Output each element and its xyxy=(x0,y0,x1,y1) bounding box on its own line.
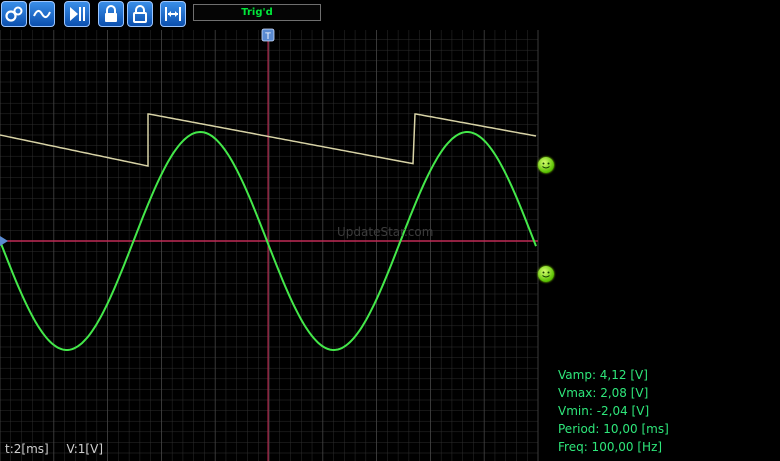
trigger-marker-label: T xyxy=(264,32,271,42)
settings-button[interactable] xyxy=(1,1,27,27)
waveform-button[interactable] xyxy=(29,1,55,27)
lock-channel-2-icon xyxy=(133,5,147,23)
smiley-icon xyxy=(542,271,550,278)
settings-gears-icon xyxy=(5,6,23,22)
lock-channel-1-icon xyxy=(105,5,117,22)
measure-span-button[interactable] xyxy=(160,1,186,27)
trigger-time-marker[interactable]: T xyxy=(261,28,275,42)
channel-2-handle[interactable] xyxy=(538,157,554,173)
vmin-readout: Vmin: -2,04 [V] xyxy=(558,404,650,418)
bottom-info: t:2[ms] V:1[V] xyxy=(5,442,117,456)
toolbar: Trig'd xyxy=(0,0,780,30)
channel-offset-marker[interactable] xyxy=(0,236,8,246)
trigger-status: Trig'd xyxy=(193,4,321,21)
freq-readout: Freq: 100,00 [Hz] xyxy=(558,440,663,454)
smiley-icon xyxy=(542,162,550,169)
waveform-icon xyxy=(33,10,51,18)
volts-per-div-label: V:1[V] xyxy=(66,442,103,456)
channel-1-handle[interactable] xyxy=(538,266,554,282)
measurements-panel: Vamp: 4,12 [V] Vmax: 2,08 [V] Vmin: -2,0… xyxy=(558,366,669,456)
measure-span-icon xyxy=(165,7,181,21)
vamp-readout: Vamp: 4,12 [V] xyxy=(558,368,648,382)
lock-channel-1-button[interactable] xyxy=(98,1,124,27)
period-readout: Period: 10,00 [ms] xyxy=(558,422,669,436)
vmax-readout: Vmax: 2,08 [V] xyxy=(558,386,649,400)
play-pause-icon xyxy=(70,7,85,21)
timebase-label: t:2[ms] xyxy=(5,442,49,456)
lock-channel-2-button[interactable] xyxy=(127,1,153,27)
play-pause-button[interactable] xyxy=(64,1,90,27)
watermark: UpdateStar.com xyxy=(337,225,434,239)
